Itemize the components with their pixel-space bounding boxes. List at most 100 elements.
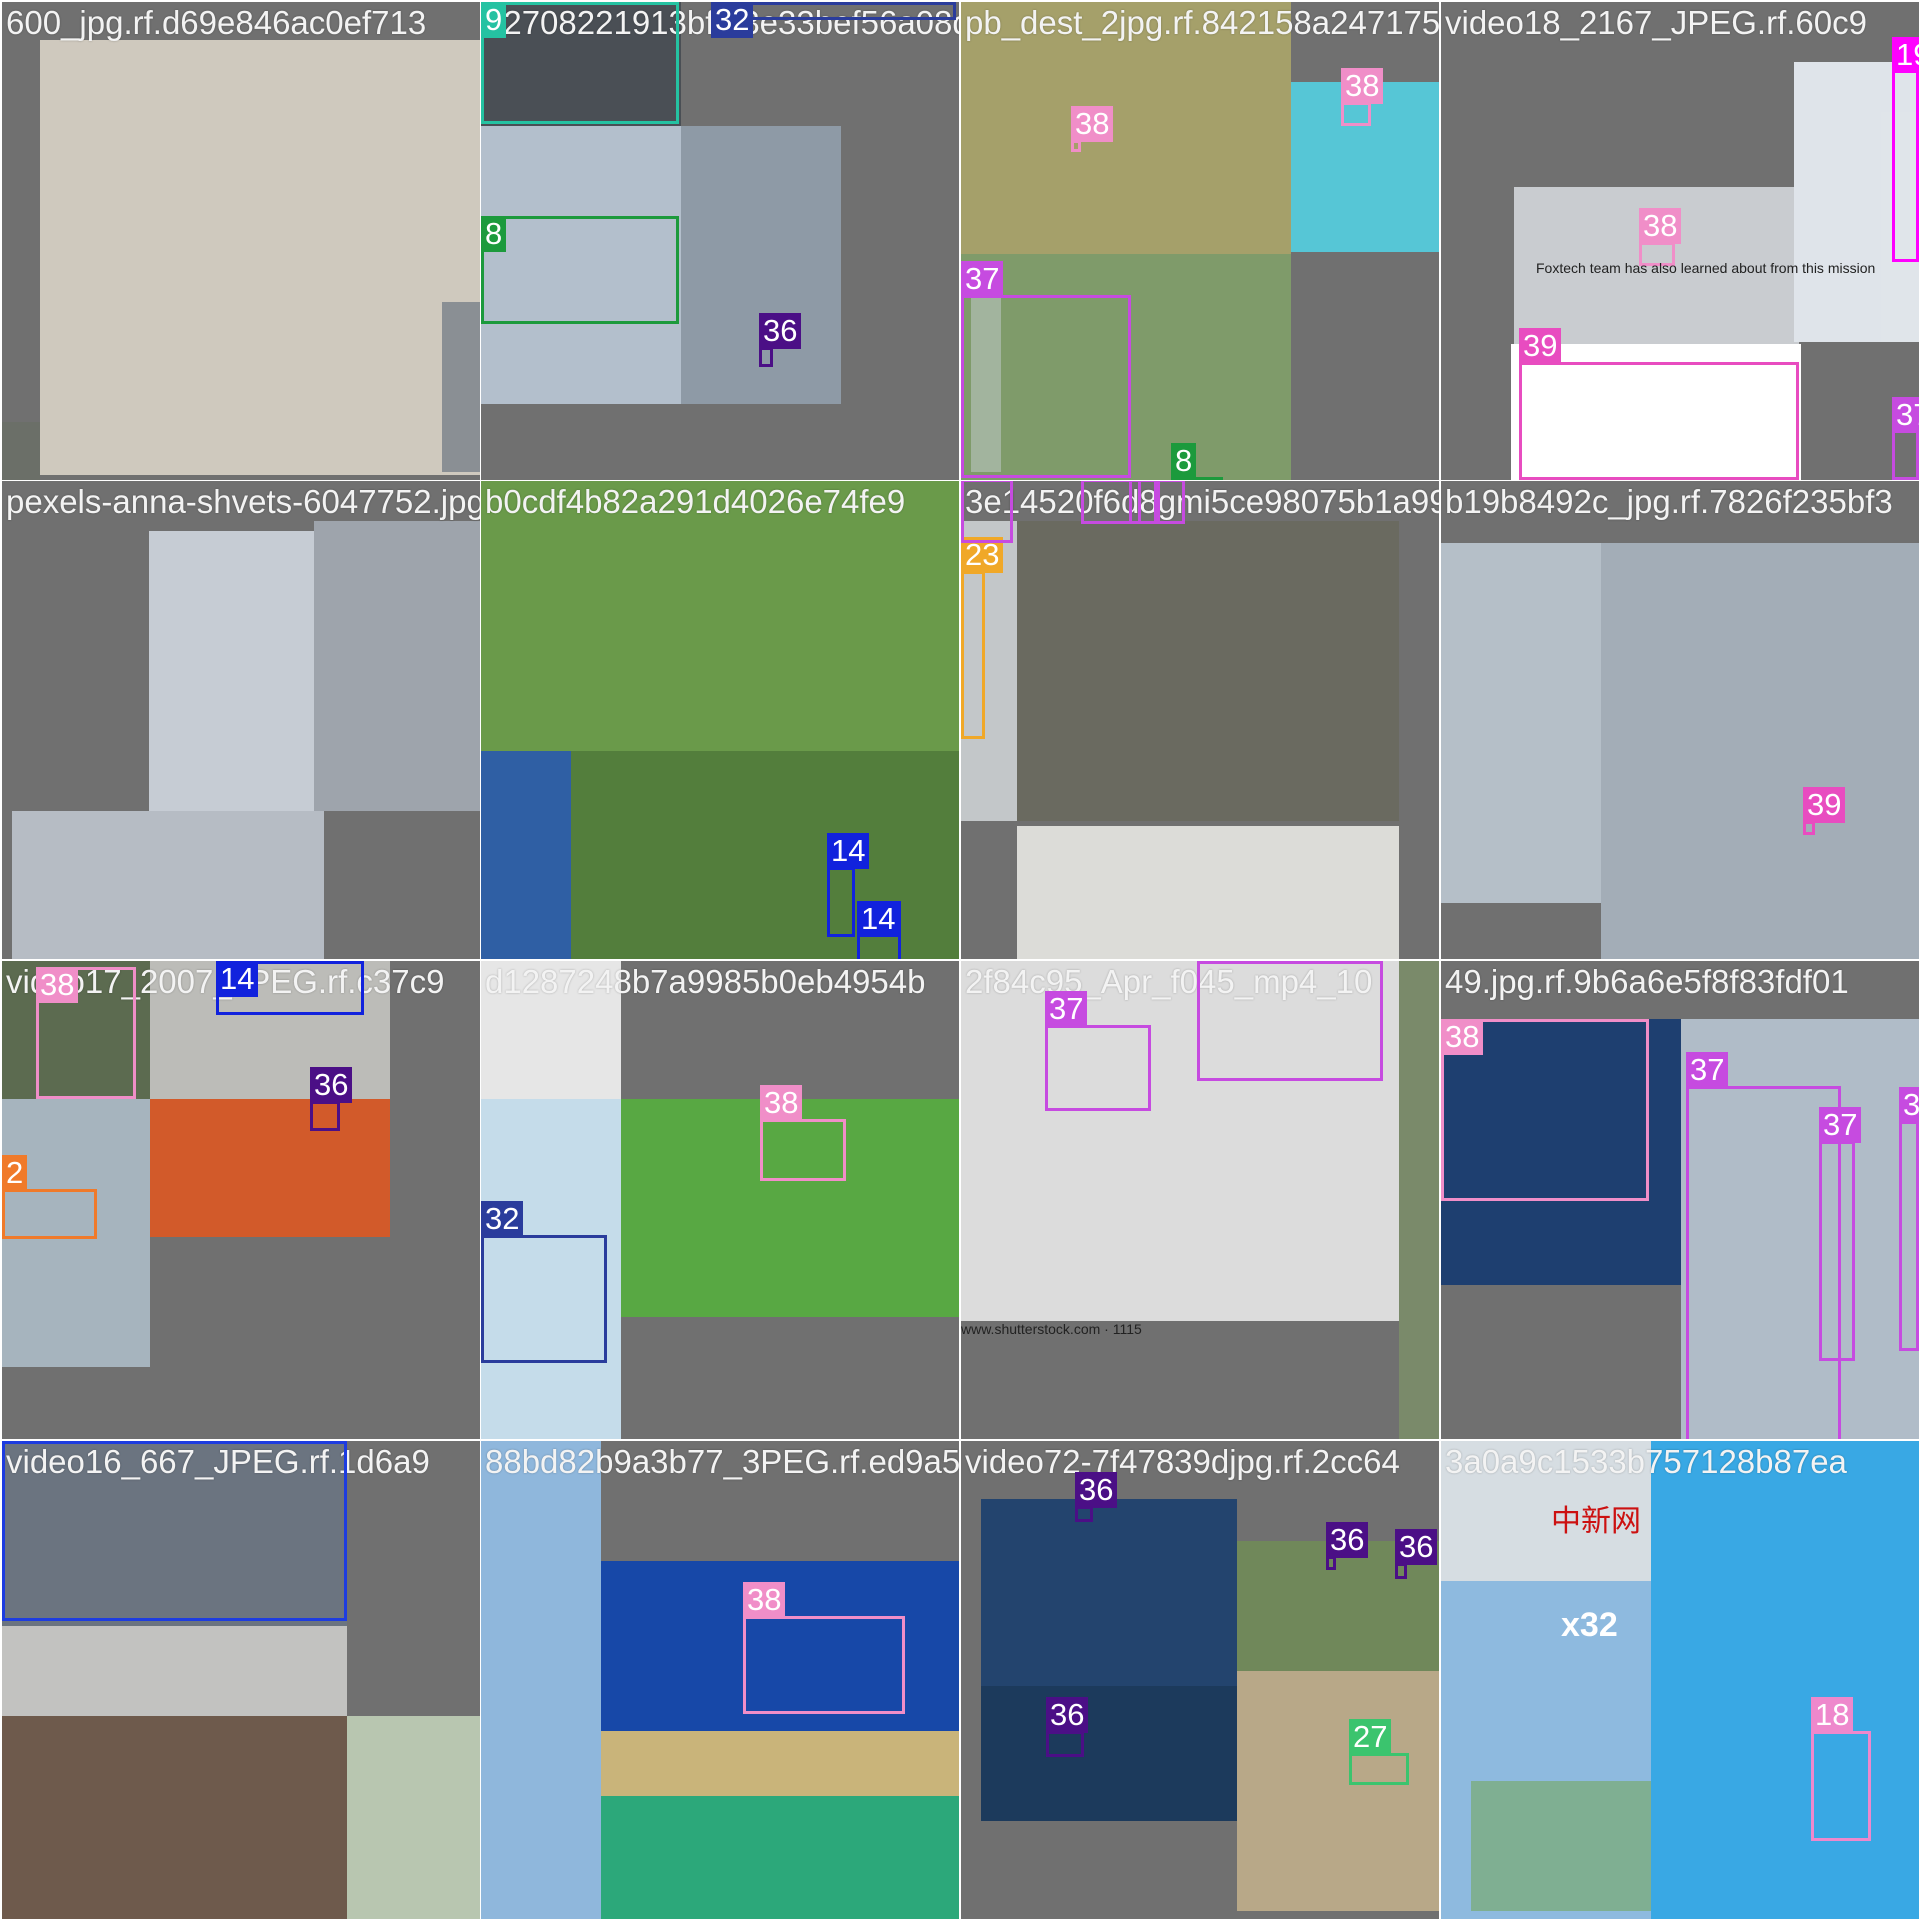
- class-label: 27: [1349, 1719, 1392, 1755]
- augmented-image-patch: [2, 422, 40, 480]
- detection-box: 8: [481, 216, 679, 324]
- detection-box: 37: [961, 261, 1131, 478]
- augmented-image-patch: [981, 1686, 1237, 1821]
- image-filename: 3a0a9c1533b757128b87ea: [1445, 1443, 1847, 1480]
- augmented-image-patch: [2, 1626, 347, 1716]
- detection-box: 37: [1157, 481, 1185, 524]
- detection-box: 39: [1803, 787, 1846, 835]
- detection-box: 37: [1899, 1087, 1919, 1351]
- image-filename: pb_dest_2jpg.rf.842158a247175e418dc7a2: [965, 4, 1439, 41]
- class-label: 37: [1686, 1052, 1729, 1088]
- augmented-image-patch: [1601, 543, 1919, 959]
- mosaic-tile: pb_dest_2jpg.rf.842158a247175e418dc7a2 38…: [961, 2, 1439, 480]
- image-filename: b19b8492c_jpg.rf.7826f235bf3: [1445, 483, 1893, 520]
- detection-box: 14: [857, 901, 901, 959]
- augmented-image-patch: [481, 751, 571, 959]
- detection-box: 37: [1045, 991, 1151, 1111]
- class-label: 38: [1341, 68, 1384, 104]
- class-label: 18: [1811, 1697, 1854, 1733]
- class-label: 14: [216, 961, 259, 997]
- class-label: 38: [1071, 106, 1114, 142]
- image-filename: video72-7f47839djpg.rf.2cc64: [965, 1443, 1400, 1480]
- mosaic-tile: video17_2007_JPEG.rf.c37c93814362: [2, 961, 480, 1439]
- image-filename: d1287248b7a9985b0eb4954b: [485, 963, 926, 1000]
- class-label: 37: [1819, 1107, 1862, 1143]
- detection-box: 37: [1197, 961, 1383, 1081]
- augmented-image-patch: [601, 1731, 959, 1796]
- image-filename: b0cdf4b82a291d4026e74fe9: [485, 483, 906, 520]
- detection-box: 37: [1892, 397, 1919, 480]
- augmented-image-patch: [1017, 521, 1399, 821]
- mosaic-tile: d1287248b7a9985b0eb4954b 38 32: [481, 961, 959, 1439]
- class-label: 38: [1441, 1019, 1484, 1055]
- detection-box: 38: [36, 967, 136, 1099]
- mosaic-tile: pexels-anna-shvets-6047752.jpg.rf3636363…: [2, 481, 480, 959]
- class-label: 36: [759, 313, 802, 349]
- detection-box: 36: [1075, 1472, 1118, 1522]
- detection-box: 36: [310, 1067, 353, 1131]
- mosaic-tile: 88bd82b9a3b77_3PEG.rf.ed9a5 38: [481, 1441, 959, 1919]
- class-label: 8: [481, 216, 507, 252]
- detection-box: 36: [759, 313, 802, 367]
- mosaic-tile: 49.jpg.rf.9b6a6e5f8f83fdf01 38 37 37 37: [1441, 961, 1919, 1439]
- detection-box: 36: [1046, 1697, 1089, 1757]
- mosaic-tile: 600_jpg.rf.d69e846ac0ef713: [2, 2, 480, 480]
- class-label: 37: [1045, 991, 1088, 1027]
- image-filename: 88bd82b9a3b77_3PEG.rf.ed9a5: [485, 1443, 959, 1480]
- augmented-image-patch: [314, 521, 480, 811]
- class-label: 32: [711, 2, 754, 38]
- class-label: 14: [857, 901, 900, 937]
- mosaic-tile: b19b8492c_jpg.rf.7826f235bf3 39: [1441, 481, 1919, 959]
- mosaic-tile: video16_667_JPEG.rf.1d6a934: [2, 1441, 480, 1919]
- detection-box: 2: [2, 1155, 97, 1239]
- detection-box: 14: [216, 961, 364, 1015]
- class-label: 38: [1639, 208, 1682, 244]
- detection-box: 19: [1892, 37, 1919, 262]
- augmented-image-patch: [1651, 1441, 1919, 1919]
- class-label: 38: [36, 967, 79, 1003]
- augmented-image-patch: [1237, 1671, 1439, 1911]
- class-label: 37: [961, 261, 1004, 297]
- detection-box: 27: [1349, 1719, 1409, 1785]
- image-patch-detail: [1471, 1781, 1651, 1911]
- class-label: 14: [827, 833, 870, 869]
- image-filename: video18_2167_JPEG.rf.60c9: [1445, 4, 1867, 41]
- class-label: 9: [481, 2, 507, 38]
- detection-box: 38: [743, 1582, 905, 1714]
- detection-box: 32: [481, 1201, 607, 1363]
- detection-box: 37: [961, 481, 1013, 543]
- class-label: 36: [1075, 1472, 1118, 1508]
- augmented-image-patch: [347, 1716, 480, 1919]
- image-watermark: Foxtech team has also learned about from…: [1536, 260, 1876, 276]
- detection-box: 23: [961, 537, 1004, 739]
- image-filename: 49.jpg.rf.9b6a6e5f8f83fdf01: [1445, 963, 1849, 1000]
- detection-box: 8: [1171, 443, 1223, 480]
- augmented-image-patch: [1017, 826, 1399, 959]
- detection-box: 36: [1326, 1522, 1369, 1570]
- class-label: 38: [743, 1582, 786, 1618]
- class-label: 39: [1519, 328, 1562, 364]
- augmented-image-patch: [40, 40, 480, 475]
- mosaic-tile: 3e14520f6d8gmi5ce98075b1a998492337373737: [961, 481, 1439, 959]
- mosaic-tile: video18_2167_JPEG.rf.60c9 38 39 19 37 Foxtech…: [1441, 2, 1919, 480]
- augmented-image-patch: [481, 481, 959, 751]
- mosaic-tile: 2f84c95_Apr_f045_mp4_103737www.shutterst…: [961, 961, 1439, 1439]
- mosaic-tile: a2708221913bffe3e33bef56a08d34f2jpgrf932…: [481, 2, 959, 480]
- detection-mosaic: 600_jpg.rf.d69e846ac0ef713a2708221913bff…: [0, 0, 1920, 1920]
- class-label: 37: [1892, 397, 1919, 433]
- augmented-image-patch: [1399, 961, 1439, 1439]
- detection-box: 9: [481, 2, 679, 124]
- image-filename: pexels-anna-shvets-6047752.jpg.rf: [6, 483, 480, 520]
- mosaic-tile: video72-7f47839djpg.rf.2cc64 36 36 36 36 27: [961, 1441, 1439, 1919]
- class-label: 36: [1326, 1522, 1369, 1558]
- class-label: 2: [2, 1155, 28, 1191]
- image-filename: 600_jpg.rf.d69e846ac0ef713: [6, 4, 427, 41]
- detection-box: 34: [2, 1441, 347, 1621]
- detection-box: 38: [1071, 106, 1114, 152]
- detection-box: 18: [1811, 1697, 1871, 1841]
- image-filename: 3e14520f6d8gmi5ce98075b1a99849: [965, 483, 1439, 520]
- detection-box: 36: [1395, 1529, 1438, 1579]
- class-label: 38: [760, 1085, 803, 1121]
- image-watermark: www.shutterstock.com · 1115: [961, 1321, 1142, 1337]
- class-label: 34: [2, 1441, 45, 1443]
